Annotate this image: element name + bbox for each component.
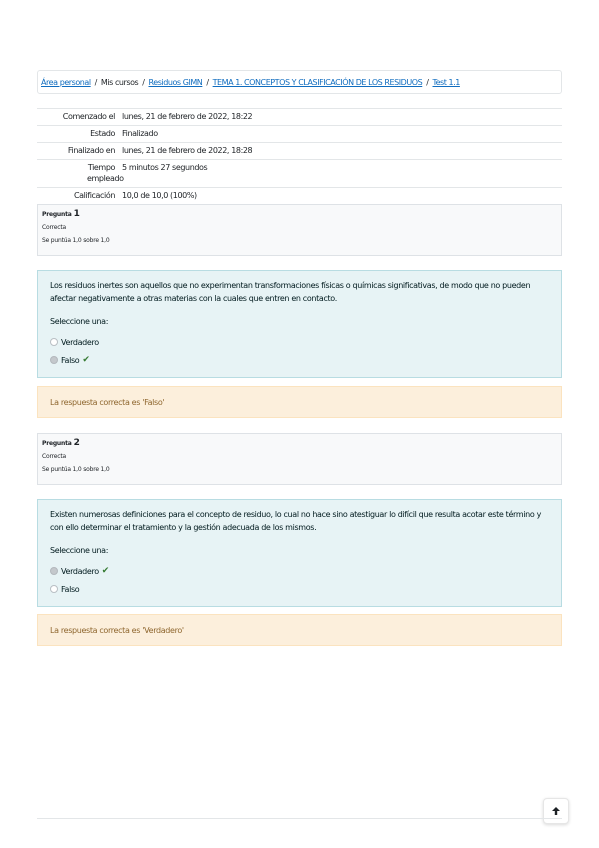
attempt-summary-table: Comenzado el lunes, 21 de febrero de 202…: [37, 108, 562, 205]
question-formulation: Los residuos inertes son aquellos que no…: [37, 270, 562, 378]
answer-prompt: Seleccione una:: [50, 546, 109, 555]
answer-option-verdadero[interactable]: Verdadero ✔: [50, 562, 549, 580]
breadcrumb: Área personal / Mis cursos / Residuos GI…: [37, 70, 562, 94]
summary-value: Finalizado: [122, 129, 158, 138]
summary-value: lunes, 21 de febrero de 2022, 18:22: [122, 112, 253, 121]
right-answer-text: La respuesta correcta es 'Verdadero': [50, 625, 184, 635]
question-text: Existen numerosas definiciones para el c…: [50, 510, 541, 532]
summary-row-finished: Finalizado en lunes, 21 de febrero de 20…: [37, 143, 562, 160]
radio-button[interactable]: [50, 585, 58, 593]
radio-button-checked[interactable]: [50, 356, 58, 364]
question-number: Pregunta 1: [42, 209, 80, 219]
breadcrumb-mis-cursos: Mis cursos: [100, 77, 139, 87]
radio-button-checked[interactable]: [50, 567, 58, 575]
breadcrumb-separator: /: [94, 77, 98, 87]
summary-label: Comenzado el: [62, 112, 116, 121]
footer-divider: [37, 818, 562, 819]
answer-option-label: Verdadero: [61, 566, 99, 576]
question-info: Pregunta 2 Correcta Se puntúa 1,0 sobre 1…: [37, 433, 562, 485]
summary-row-state: Estado Finalizado: [37, 126, 562, 143]
breadcrumb-separator: /: [206, 77, 209, 87]
question-info: Pregunta 1 Correcta Se puntúa 1,0 sobre 1…: [37, 204, 562, 256]
summary-row-time: Tiempo empleado 5 minutos 27 segundos: [37, 160, 562, 188]
breadcrumb-topic[interactable]: TEMA 1. CONCEPTOS Y CLASIFICACIÓN DE LOS…: [213, 78, 423, 87]
summary-value: 5 minutos 27 segundos: [122, 163, 208, 172]
answer-option-falso[interactable]: Falso ✔: [50, 351, 549, 369]
summary-row-grade: Calificación 10,0 de 10,0 (100%): [37, 188, 562, 205]
summary-label: Tiempo empleado: [87, 163, 124, 183]
summary-label: Finalizado en: [67, 146, 115, 155]
question-grade: Se puntúa 1,0 sobre 1,0: [42, 237, 110, 244]
breadcrumb-separator: /: [142, 77, 145, 87]
check-icon: ✔: [101, 566, 110, 576]
summary-value: 10,0 de 10,0 (100%): [122, 191, 197, 200]
summary-value: lunes, 21 de febrero de 2022, 18:28: [122, 146, 253, 155]
breadcrumb-area-personal[interactable]: Área personal: [41, 78, 91, 87]
summary-label: Calificación: [73, 191, 115, 200]
answer-option-verdadero[interactable]: Verdadero: [50, 333, 549, 351]
feedback-box: La respuesta correcta es 'Verdadero': [37, 614, 562, 646]
question-number: Pregunta 2: [42, 438, 80, 448]
answer-prompt: Seleccione una:: [50, 317, 109, 326]
question-state: Correcta: [42, 224, 66, 231]
radio-button[interactable]: [50, 338, 58, 346]
arrow-up-icon: [552, 807, 560, 815]
check-icon: ✔: [82, 355, 90, 365]
summary-row-started: Comenzado el lunes, 21 de febrero de 202…: [37, 109, 562, 126]
answer-option-label: Verdadero: [61, 337, 99, 347]
summary-label: Estado: [90, 129, 115, 138]
answer-option-label: Falso: [61, 584, 80, 594]
question-state: Correcta: [42, 453, 66, 460]
question-formulation: Existen numerosas definiciones para el c…: [37, 499, 562, 607]
breadcrumb-separator: /: [426, 77, 429, 87]
feedback-box: La respuesta correcta es 'Falso': [37, 386, 562, 418]
back-to-top-button[interactable]: [543, 798, 569, 824]
right-answer-text: La respuesta correcta es 'Falso': [50, 397, 165, 407]
breadcrumb-quiz[interactable]: Test 1.1: [433, 78, 461, 87]
question-text: Los residuos inertes son aquellos que no…: [50, 281, 531, 303]
question-grade: Se puntúa 1,0 sobre 1,0: [42, 466, 110, 473]
answer-option-label: Falso: [61, 355, 80, 365]
answer-option-falso[interactable]: Falso: [50, 580, 549, 598]
breadcrumb-course[interactable]: Residuos GIMN: [148, 78, 202, 87]
